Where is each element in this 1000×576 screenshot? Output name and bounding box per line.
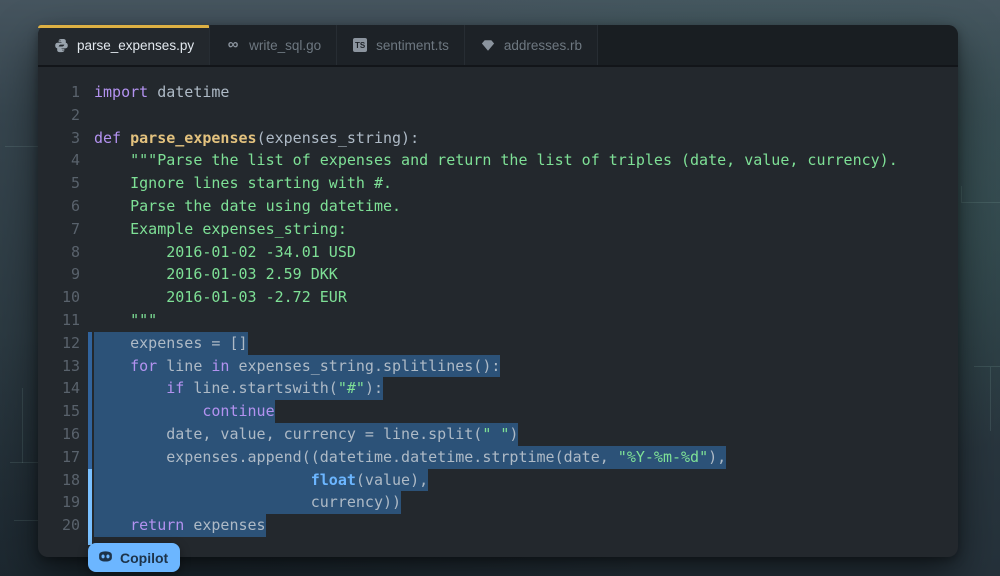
line-number: 3: [38, 127, 94, 150]
tab-parse-expenses-py[interactable]: parse_expenses.py: [38, 25, 210, 65]
code-editor-window: parse_expenses.py ∞ write_sql.go TS sent…: [38, 25, 958, 557]
code-text: continue: [94, 400, 275, 423]
line-number: 11: [38, 309, 94, 332]
code-line: 8 2016-01-02 -34.01 USD: [38, 241, 958, 264]
circuit-line: [14, 520, 38, 521]
code-text: date, value, currency = line.split(" "): [94, 423, 518, 446]
code-text: expenses.append((datetime.datetime.strpt…: [94, 446, 726, 469]
code-text: """Parse the list of expenses and return…: [94, 149, 898, 172]
ruby-icon: [480, 37, 496, 53]
code-line: 18 float(value),: [38, 469, 958, 492]
selection-bar: [88, 332, 92, 469]
line-number: 18: [38, 469, 94, 492]
tab-label: addresses.rb: [504, 38, 582, 53]
code-line: 10 2016-01-03 -2.72 EUR: [38, 286, 958, 309]
go-icon: ∞: [225, 37, 241, 53]
tab-addresses-rb[interactable]: addresses.rb: [465, 25, 598, 65]
line-number: 10: [38, 286, 94, 309]
code-text: Example expenses_string:: [94, 218, 347, 241]
line-number: 12: [38, 332, 94, 355]
code-text: 2016-01-02 -34.01 USD: [94, 241, 356, 264]
code-line: 2: [38, 104, 958, 127]
line-number: 9: [38, 263, 94, 286]
code-line: 7 Example expenses_string:: [38, 218, 958, 241]
line-number: 16: [38, 423, 94, 446]
code-line: 11 """: [38, 309, 958, 332]
code-text: import datetime: [94, 81, 229, 104]
suggestion-bar: [88, 469, 92, 545]
copilot-badge: Copilot: [88, 543, 180, 572]
line-number: 8: [38, 241, 94, 264]
code-line: 12 expenses = []: [38, 332, 958, 355]
code-text: Parse the date using datetime.: [94, 195, 401, 218]
line-number: 2: [38, 104, 94, 127]
copilot-label: Copilot: [120, 550, 168, 566]
line-number: 19: [38, 491, 94, 514]
python-icon: [53, 37, 69, 53]
line-number: 4: [38, 149, 94, 172]
circuit-line: [990, 367, 991, 431]
line-number: 5: [38, 172, 94, 195]
code-area[interactable]: 1import datetime23def parse_expenses(exp…: [38, 67, 958, 557]
code-text: 2016-01-03 -2.72 EUR: [94, 286, 347, 309]
code-line: 4 """Parse the list of expenses and retu…: [38, 149, 958, 172]
line-number: 15: [38, 400, 94, 423]
line-number: 14: [38, 377, 94, 400]
tab-label: parse_expenses.py: [77, 38, 194, 53]
tab-sentiment-ts[interactable]: TS sentiment.ts: [337, 25, 465, 65]
code-text: 2016-01-03 2.59 DKK: [94, 263, 338, 286]
line-number: 1: [38, 81, 94, 104]
code-text: return expenses: [94, 514, 266, 537]
typescript-icon: TS: [352, 37, 368, 53]
code-line: 3def parse_expenses(expenses_string):: [38, 127, 958, 150]
tab-bar: parse_expenses.py ∞ write_sql.go TS sent…: [38, 25, 958, 67]
circuit-line: [10, 462, 38, 463]
circuit-line: [22, 388, 23, 463]
circuit-line: [974, 366, 1000, 367]
circuit-line: [962, 202, 1000, 203]
code-text: if line.startswith("#"):: [94, 377, 383, 400]
code-text: expenses = []: [94, 332, 248, 355]
copilot-icon: [97, 549, 114, 566]
code-line: 9 2016-01-03 2.59 DKK: [38, 263, 958, 286]
code-text: currency)): [94, 491, 401, 514]
code-line: 6 Parse the date using datetime.: [38, 195, 958, 218]
code-line: 14 if line.startswith("#"):: [38, 377, 958, 400]
line-number: 6: [38, 195, 94, 218]
tab-label: sentiment.ts: [376, 38, 449, 53]
code-line: 1import datetime: [38, 81, 958, 104]
code-line: 17 expenses.append((datetime.datetime.st…: [38, 446, 958, 469]
circuit-line: [961, 186, 962, 203]
code-line: 5 Ignore lines starting with #.: [38, 172, 958, 195]
line-number: 7: [38, 218, 94, 241]
code-text: for line in expenses_string.splitlines()…: [94, 355, 500, 378]
code-line: 13 for line in expenses_string.splitline…: [38, 355, 958, 378]
code-text: def parse_expenses(expenses_string):: [94, 127, 419, 150]
tab-write-sql-go[interactable]: ∞ write_sql.go: [210, 25, 337, 65]
code-line: 19 currency)): [38, 491, 958, 514]
code-lines: 1import datetime23def parse_expenses(exp…: [38, 81, 958, 537]
line-number: 17: [38, 446, 94, 469]
code-text: float(value),: [94, 469, 428, 492]
line-number: 20: [38, 514, 94, 537]
code-line: 16 date, value, currency = line.split(" …: [38, 423, 958, 446]
line-number: 13: [38, 355, 94, 378]
code-text: """: [94, 309, 157, 332]
tab-label: write_sql.go: [249, 38, 321, 53]
code-text: Ignore lines starting with #.: [94, 172, 392, 195]
code-line: 15 continue: [38, 400, 958, 423]
code-line: 20 return expenses: [38, 514, 958, 537]
circuit-line: [5, 146, 38, 147]
